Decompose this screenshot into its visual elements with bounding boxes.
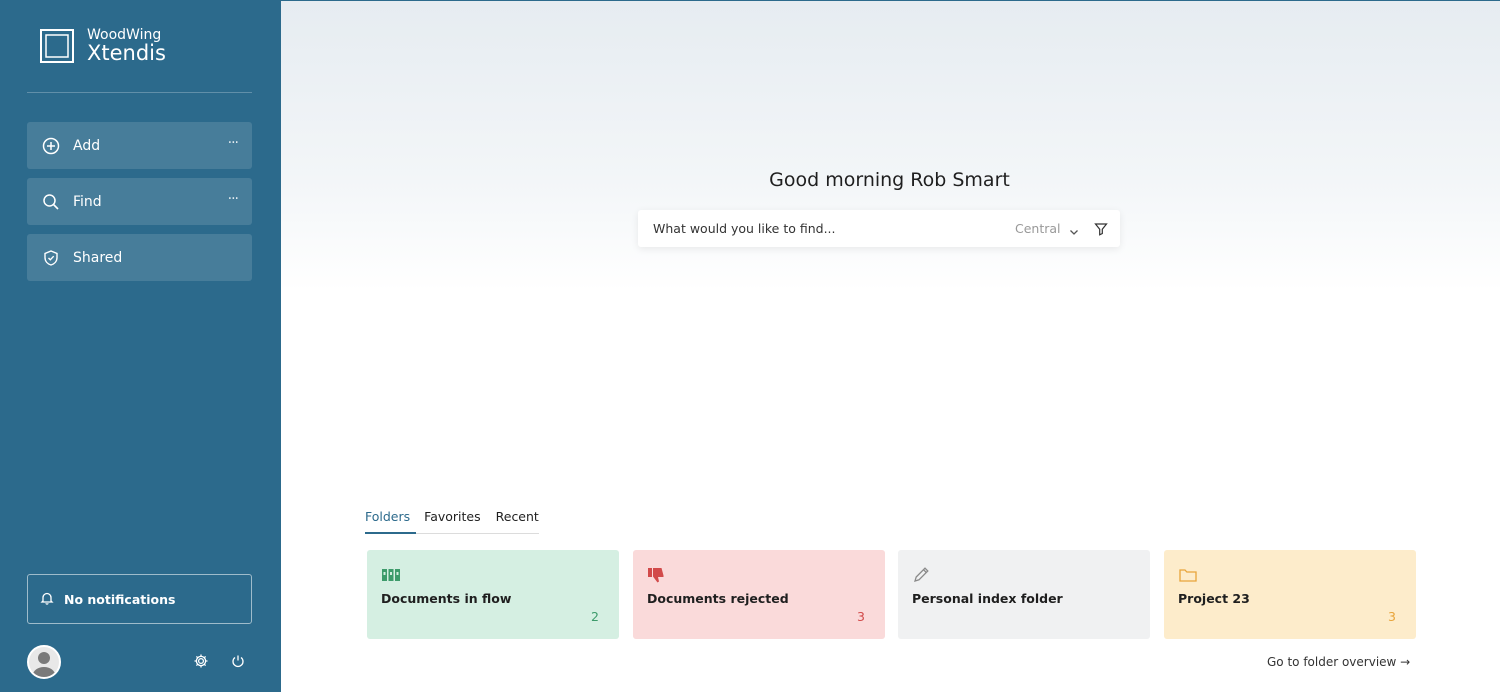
chevron-down-icon[interactable]: [1068, 223, 1080, 235]
more-options-button[interactable]: ···: [228, 191, 239, 207]
tab-folders[interactable]: Folders: [365, 509, 417, 534]
folder-card-project-23[interactable]: Project 23 3: [1164, 550, 1416, 639]
card-count: 3: [857, 609, 865, 624]
scope-select[interactable]: Central: [1015, 221, 1061, 236]
go-to-folder-overview-link[interactable]: Go to folder overview →: [1267, 655, 1410, 669]
tab-recent[interactable]: Recent: [496, 509, 539, 534]
card-title: Personal index folder: [912, 591, 1063, 606]
add-circle-icon: [42, 137, 60, 155]
card-title: Documents in flow: [381, 591, 512, 606]
power-icon[interactable]: [231, 653, 247, 669]
search-icon: [42, 193, 60, 211]
folder-card-personal-index[interactable]: Personal index folder: [898, 550, 1150, 639]
folder-card-documents-rejected[interactable]: Documents rejected 3: [633, 550, 885, 639]
logo-icon: [40, 29, 74, 63]
divider: [27, 92, 252, 93]
pencil-icon: [912, 566, 932, 584]
gear-icon[interactable]: [193, 653, 209, 669]
sidebar-item-label: Shared: [73, 249, 123, 266]
avatar[interactable]: [27, 645, 61, 679]
brand-name: Xtendis: [87, 41, 166, 65]
more-options-button[interactable]: ···: [228, 135, 239, 151]
card-title: Project 23: [1178, 591, 1250, 606]
search-input[interactable]: What would you like to find...: [653, 221, 983, 236]
search-bar[interactable]: What would you like to find... Central: [638, 210, 1120, 247]
sidebar: WoodWing Xtendis Add ··· Find ··· Shared…: [0, 0, 281, 692]
shield-icon: [42, 249, 60, 267]
notifications-label: No notifications: [64, 591, 176, 607]
filter-icon[interactable]: [1094, 221, 1108, 236]
sidebar-item-find[interactable]: Find ···: [27, 178, 252, 225]
sidebar-item-label: Add: [73, 137, 101, 154]
tab-favorites[interactable]: Favorites: [424, 509, 480, 534]
folder-tabs: Folders Favorites Recent: [365, 509, 539, 534]
sidebar-item-label: Find: [73, 193, 102, 210]
sidebar-item-shared[interactable]: Shared: [27, 234, 252, 281]
folder-icon: [1178, 566, 1198, 584]
page-title: Good morning Rob Smart: [769, 169, 1010, 191]
sidebar-item-add[interactable]: Add ···: [27, 122, 252, 169]
card-count: 3: [1388, 609, 1396, 624]
thumbs-down-icon: [647, 566, 667, 584]
card-title: Documents rejected: [647, 591, 789, 606]
bell-icon: [40, 590, 54, 609]
card-count: 2: [591, 609, 599, 624]
folder-card-documents-in-flow[interactable]: Documents in flow 2: [367, 550, 619, 639]
logo[interactable]: WoodWing Xtendis: [40, 28, 166, 64]
main-content: Good morning Rob Smart What would you li…: [281, 0, 1500, 692]
brand-top: WoodWing: [87, 27, 162, 43]
notifications-button[interactable]: No notifications: [27, 574, 252, 624]
binders-icon: [381, 566, 401, 584]
